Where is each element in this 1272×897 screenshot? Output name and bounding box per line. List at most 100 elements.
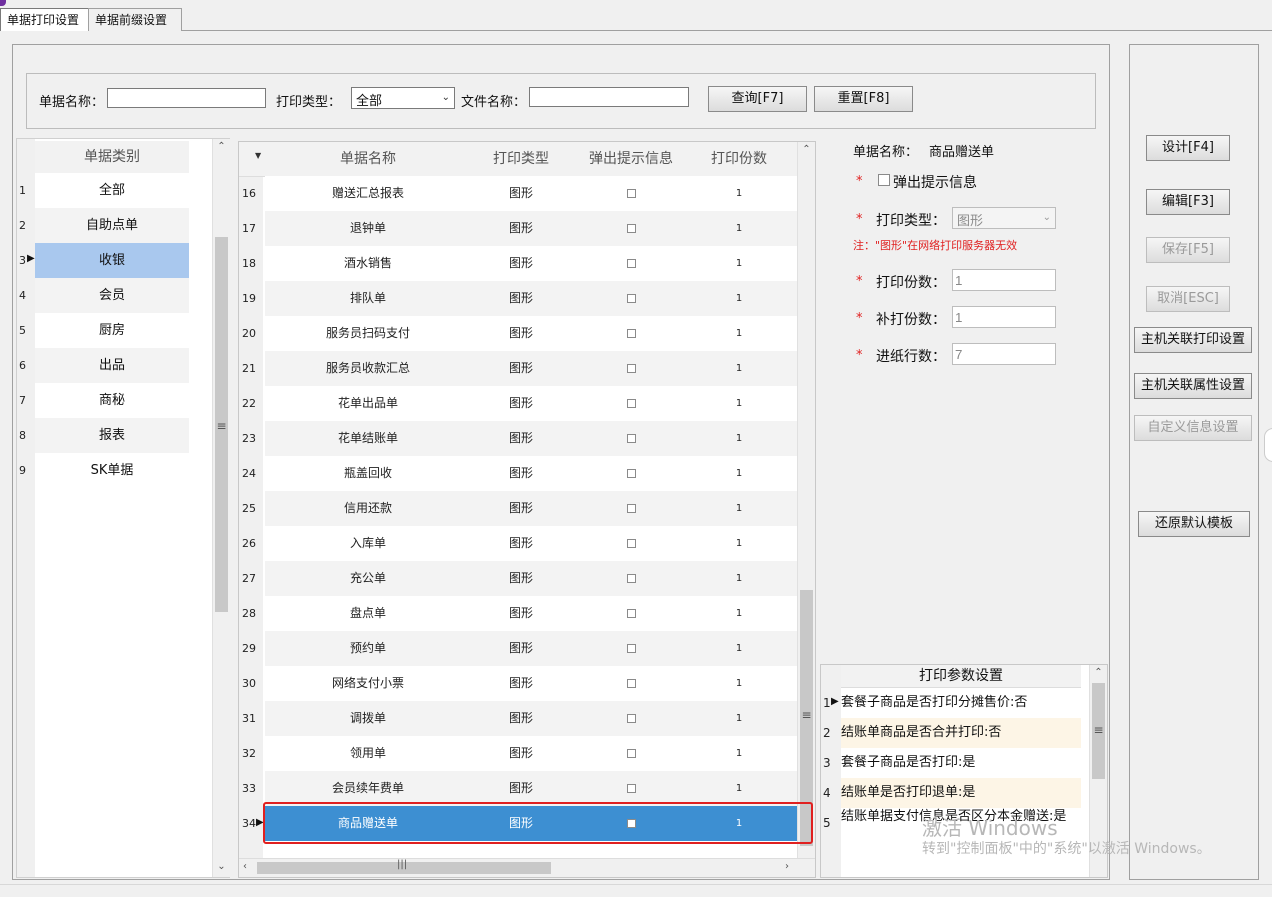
category-row[interactable]: 7 商秘 [17, 383, 212, 418]
table-row[interactable]: 28 盘点单 图形 1 [239, 596, 797, 631]
popup-checkbox[interactable] [627, 469, 636, 478]
popup-checkbox[interactable] [627, 644, 636, 653]
row-number: 25 [242, 502, 256, 515]
col-header-type[interactable]: 打印类型 [471, 142, 571, 176]
detail-print-type-select[interactable]: 图形 ⌄ [952, 207, 1056, 229]
row-number: 19 [242, 292, 256, 305]
row-number: 23 [242, 432, 256, 445]
popup-checkbox[interactable] [627, 609, 636, 618]
scroll-left-arrow-icon[interactable]: ‹ [243, 861, 247, 872]
category-row[interactable]: 3 ▶ 收银 [17, 243, 212, 278]
print-type-select[interactable]: 全部 ⌄ [351, 87, 455, 109]
popup-checkbox[interactable] [627, 259, 636, 268]
category-row[interactable]: 1 全部 [17, 173, 212, 208]
popup-checkbox[interactable] [627, 364, 636, 373]
popup-checkbox[interactable] [627, 399, 636, 408]
param-row[interactable]: 1 ▶ 套餐子商品是否打印分摊售价:否 [821, 688, 1089, 718]
tab-prefix-settings[interactable]: 单据前缀设置 [88, 8, 182, 31]
detail-print-type-label: 打印类型： [876, 213, 946, 229]
table-row[interactable]: 24 瓶盖回收 图形 1 [239, 456, 797, 491]
col-header-popup[interactable]: 弹出提示信息 [571, 142, 691, 176]
detail-bill-name-label: 单据名称： [853, 145, 919, 160]
table-row[interactable]: 20 服务员扫码支付 图形 1 [239, 316, 797, 351]
cancel-button[interactable]: 取消[ESC] [1146, 286, 1230, 312]
bill-hscrollbar[interactable]: ‹ ||| › [239, 858, 815, 877]
bill-name-input[interactable] [107, 88, 266, 108]
edit-button[interactable]: 编辑[F3] [1146, 189, 1230, 215]
col-header-copies[interactable]: 打印份数 [691, 142, 787, 176]
table-row[interactable]: 16 赠送汇总报表 图形 1 [239, 176, 797, 211]
custom-info-settings-button[interactable]: 自定义信息设置 [1134, 415, 1252, 441]
cell-copies: 1 [735, 538, 743, 549]
reprint-input[interactable] [952, 306, 1056, 328]
param-row[interactable]: 4 结账单是否打印退单:是 [821, 778, 1089, 808]
scroll-down-arrow-icon[interactable]: ⌄ [213, 861, 230, 872]
restore-default-template-button[interactable]: 还原默认模板 [1138, 511, 1250, 537]
feed-input[interactable] [952, 343, 1056, 365]
popup-checkbox[interactable] [627, 749, 636, 758]
tab-print-settings[interactable]: 单据打印设置 [0, 8, 90, 31]
popup-checkbox[interactable] [878, 174, 890, 186]
category-label: 全部 [35, 173, 189, 208]
cell-name: 花单出品单 [337, 396, 398, 410]
popup-checkbox[interactable] [627, 714, 636, 723]
tab-label: 单据打印设置 [7, 13, 80, 27]
param-row[interactable]: 2 结账单商品是否合并打印:否 [821, 718, 1089, 748]
category-label: 报表 [35, 418, 189, 453]
popup-checkbox[interactable] [627, 224, 636, 233]
popup-checkbox[interactable] [627, 434, 636, 443]
host-print-settings-button[interactable]: 主机关联打印设置 [1134, 327, 1252, 353]
category-row[interactable]: 2 自助点单 [17, 208, 212, 243]
col-header-name[interactable]: 单据名称 [265, 142, 471, 176]
cell-name: 入库单 [349, 536, 386, 550]
copies-input[interactable] [952, 269, 1056, 291]
popup-checkbox[interactable] [627, 539, 636, 548]
design-button[interactable]: 设计[F4] [1146, 135, 1230, 161]
table-row[interactable]: 27 充公单 图形 1 [239, 561, 797, 596]
table-row[interactable]: 26 入库单 图形 1 [239, 526, 797, 561]
cell-copies: 1 [735, 503, 743, 514]
required-mark: * [856, 348, 863, 363]
table-row[interactable]: 33 会员续年费单 图形 1 [239, 771, 797, 806]
bill-vscrollbar[interactable]: ⌃ ≡ [797, 142, 815, 858]
grip-icon: ≡ [216, 419, 227, 433]
row-number: 22 [242, 397, 256, 410]
param-row[interactable]: 3 套餐子商品是否打印:是 [821, 748, 1089, 778]
category-row[interactable]: 5 厨房 [17, 313, 212, 348]
print-type-note: 注："图形"在网络打印服务器无效 [853, 239, 1018, 252]
popup-checkbox[interactable] [627, 189, 636, 198]
category-row[interactable]: 8 报表 [17, 418, 212, 453]
query-button[interactable]: 查询[F7] [708, 86, 807, 112]
table-row[interactable]: 18 酒水销售 图形 1 [239, 246, 797, 281]
table-row[interactable]: 25 信用还款 图形 1 [239, 491, 797, 526]
table-row[interactable]: 22 花单出品单 图形 1 [239, 386, 797, 421]
table-row[interactable]: 17 退钟单 图形 1 [239, 211, 797, 246]
save-button[interactable]: 保存[F5] [1146, 237, 1230, 263]
side-handle[interactable] [1264, 428, 1272, 462]
table-row[interactable]: 31 调拨单 图形 1 [239, 701, 797, 736]
popup-checkbox[interactable] [627, 679, 636, 688]
popup-checkbox[interactable] [627, 504, 636, 513]
host-attribute-settings-button[interactable]: 主机关联属性设置 [1134, 373, 1252, 399]
category-row[interactable]: 9 SK单据 [17, 453, 212, 488]
scroll-up-arrow-icon[interactable]: ⌃ [213, 141, 230, 152]
reset-button[interactable]: 重置[F8] [814, 86, 913, 112]
table-row[interactable]: 19 排队单 图形 1 [239, 281, 797, 316]
table-row[interactable]: 23 花单结账单 图形 1 [239, 421, 797, 456]
table-row[interactable]: 32 领用单 图形 1 [239, 736, 797, 771]
table-row[interactable]: 29 预约单 图形 1 [239, 631, 797, 666]
popup-checkbox[interactable] [627, 294, 636, 303]
file-name-input[interactable] [529, 87, 689, 107]
popup-checkbox[interactable] [627, 574, 636, 583]
popup-checkbox[interactable] [627, 784, 636, 793]
row-number: 20 [242, 327, 256, 340]
popup-checkbox[interactable] [627, 329, 636, 338]
table-row[interactable]: 21 服务员收款汇总 图形 1 [239, 351, 797, 386]
table-row[interactable]: 30 网络支付小票 图形 1 [239, 666, 797, 701]
category-row[interactable]: 6 出品 [17, 348, 212, 383]
scroll-right-arrow-icon[interactable]: › [785, 861, 789, 872]
category-row[interactable]: 4 会员 [17, 278, 212, 313]
scroll-up-arrow-icon[interactable]: ⌃ [1090, 667, 1107, 678]
scroll-up-arrow-icon[interactable]: ⌃ [798, 144, 815, 155]
category-scrollbar[interactable]: ⌃ ≡ ⌄ [212, 139, 230, 877]
